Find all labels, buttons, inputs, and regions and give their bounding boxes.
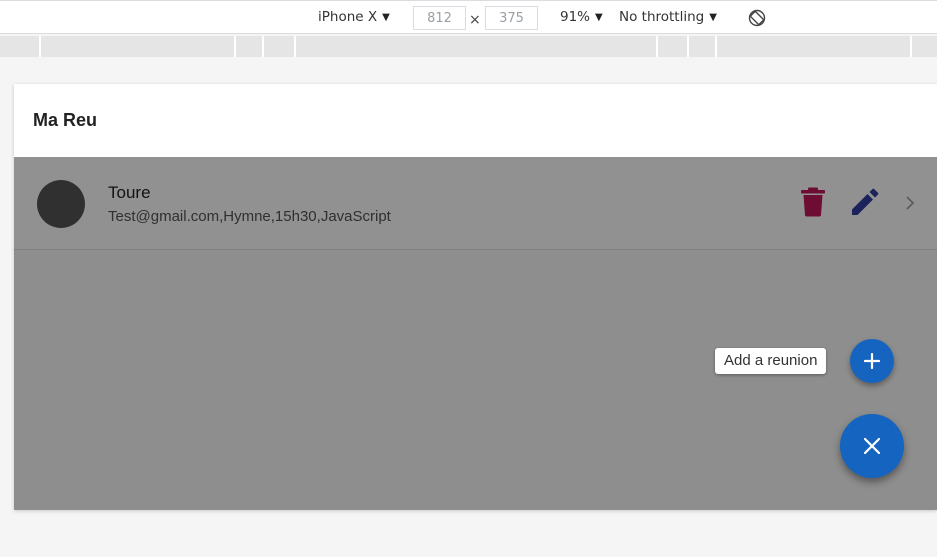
throttling-select-label: No throttling bbox=[619, 9, 705, 25]
speed-dial-toggle-button[interactable] bbox=[840, 414, 904, 478]
add-reunion-button[interactable] bbox=[850, 339, 894, 383]
width-input[interactable] bbox=[413, 6, 466, 30]
caret-down-icon: ▼ bbox=[595, 12, 603, 23]
device-select-label: iPhone X bbox=[318, 9, 378, 25]
height-input[interactable] bbox=[485, 6, 538, 30]
close-icon bbox=[863, 437, 881, 455]
caret-down-icon: ▼ bbox=[709, 12, 717, 23]
ruler-divider bbox=[715, 36, 717, 57]
emulated-app-viewport: Ma Reu Toure Test@gmail.com,Hymne,15h30,… bbox=[14, 84, 937, 510]
caret-down-icon: ▼ bbox=[382, 12, 390, 23]
media-query-ruler bbox=[0, 36, 937, 57]
ruler-divider bbox=[234, 36, 236, 57]
zoom-select[interactable]: 91% ▼ bbox=[560, 1, 603, 34]
ruler-divider bbox=[262, 36, 264, 57]
zoom-select-label: 91% bbox=[560, 9, 591, 25]
app-title: Ma Reu bbox=[33, 110, 98, 130]
ruler-divider bbox=[294, 36, 296, 57]
device-select[interactable]: iPhone X ▼ bbox=[318, 1, 390, 34]
dimension-separator: × bbox=[469, 12, 481, 28]
ruler-divider bbox=[910, 36, 912, 57]
app-bar: Ma Reu bbox=[14, 84, 937, 157]
plus-icon bbox=[864, 353, 880, 369]
ruler-divider bbox=[687, 36, 689, 57]
rotate-icon[interactable] bbox=[748, 9, 766, 27]
speed-dial-backdrop[interactable] bbox=[14, 157, 937, 510]
add-reunion-tooltip: Add a reunion bbox=[715, 348, 827, 374]
ruler-divider bbox=[656, 36, 658, 57]
throttling-select[interactable]: No throttling ▼ bbox=[619, 1, 717, 34]
ruler-divider bbox=[39, 36, 41, 57]
devtools-device-toolbar: iPhone X ▼ × 91% ▼ No throttling ▼ bbox=[0, 0, 937, 34]
